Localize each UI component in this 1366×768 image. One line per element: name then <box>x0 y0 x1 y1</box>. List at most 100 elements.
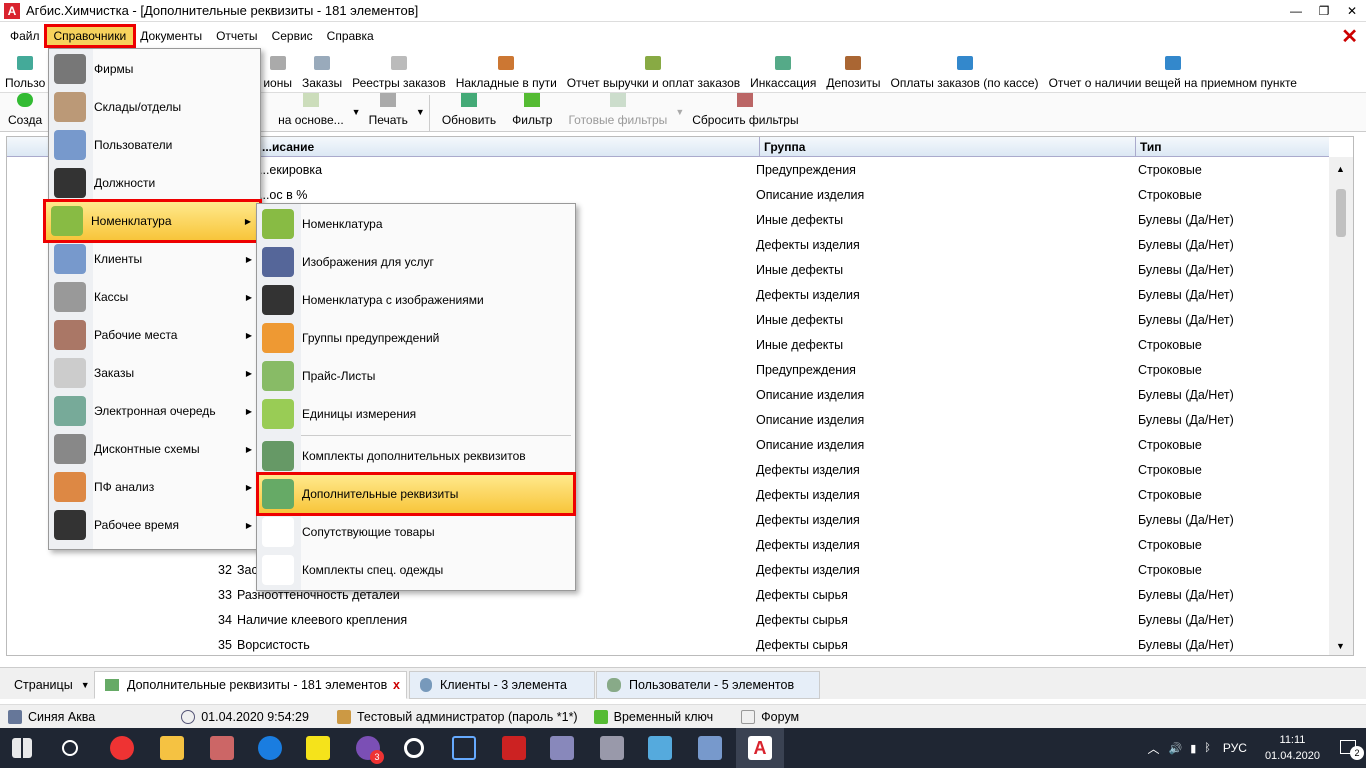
menu-item-9[interactable]: Электронная очередь ▶ <box>49 392 260 430</box>
settings-gear-icon[interactable] <box>404 738 424 758</box>
table-row[interactable]: 35 Ворсистость Дефекты сырья Булевы (Да/Нет… <box>7 633 1329 658</box>
archive-icon[interactable] <box>600 736 624 760</box>
menu-item-8[interactable]: Заказы ▶ <box>49 354 260 392</box>
menu-item-12[interactable]: Рабочее время ▶ <box>49 506 260 544</box>
menu-item-11[interactable]: ПФ анализ ▶ <box>49 468 260 506</box>
menu-file[interactable]: Файл <box>0 27 47 45</box>
submenu-item-2[interactable]: Номенклатура с изображениями <box>257 281 575 319</box>
menu-item-10[interactable]: Дисконтные схемы ▶ <box>49 430 260 468</box>
submenu-item-9[interactable]: Комплекты спец. одежды <box>257 551 575 589</box>
toolbar-users-button[interactable]: Пользо <box>0 56 50 90</box>
menu-help[interactable]: Справка <box>320 27 381 45</box>
close-window-button[interactable]: ✕ <box>1338 0 1366 22</box>
paint-icon[interactable] <box>210 736 234 760</box>
minimize-button[interactable]: — <box>1282 0 1310 22</box>
toolbar-collection-button[interactable]: Инкассация <box>745 56 821 90</box>
chrome-icon[interactable] <box>110 736 134 760</box>
clock[interactable]: 11:11 01.04.2020 <box>1255 732 1330 764</box>
network-app-icon[interactable] <box>648 736 672 760</box>
print-dropdown-arrow-icon[interactable]: ▼ <box>416 107 425 117</box>
user-icon <box>336 709 351 724</box>
filter-clear-icon <box>737 93 754 107</box>
windows-start-icon[interactable] <box>12 738 32 758</box>
pages-button[interactable]: Страницы ▼ <box>4 671 100 699</box>
agbis-taskbar-button[interactable]: A <box>736 728 784 768</box>
toolbar-items-report-button[interactable]: Отчет о наличии вещей на приемном пункте <box>1044 56 1302 90</box>
forum-link[interactable]: Форум <box>733 709 807 724</box>
filter-button[interactable]: Фильтр <box>504 93 560 131</box>
column-type[interactable]: Тип <box>1135 137 1162 157</box>
speaker-icon[interactable]: 🔊 <box>1169 742 1183 755</box>
menu-item-5[interactable]: Клиенты ▶ <box>49 240 260 278</box>
search-icon[interactable] <box>62 740 78 756</box>
vertical-scrollbar[interactable]: ▲ ▼ <box>1329 157 1353 655</box>
submenu-item-3[interactable]: Группы предупреждений <box>257 319 575 357</box>
pdf-reader-icon[interactable] <box>502 736 526 760</box>
menu-item-4[interactable]: Номенклатура ▶ <box>43 199 262 243</box>
scroll-down-icon[interactable]: ▼ <box>1336 641 1345 651</box>
menu-directories[interactable]: Справочники <box>43 24 137 48</box>
submenu-item-4[interactable]: Прайс-Листы <box>257 357 575 395</box>
submenu-item-5[interactable]: Единицы измерения <box>257 395 575 433</box>
table-row[interactable]: 33 Разнооттеночность деталей Дефекты сырья… <box>7 583 1329 608</box>
column-group[interactable]: Группа <box>759 137 805 157</box>
submenu-arrow-icon: ▶ <box>245 444 252 454</box>
menu-documents[interactable]: Документы <box>133 27 209 45</box>
create-based-on-button[interactable]: на основе... <box>270 93 352 131</box>
refresh-button[interactable]: Обновить <box>434 93 504 131</box>
folder-icon[interactable] <box>160 736 184 760</box>
teamviewer-icon[interactable] <box>258 736 282 760</box>
toolbar-deposits-button[interactable]: Депозиты <box>821 56 885 90</box>
submenu-item-0[interactable]: Номенклатура <box>257 205 575 243</box>
mail-icon <box>741 709 756 724</box>
viber-icon[interactable]: 3 <box>356 736 384 764</box>
toolbar-sessions-button[interactable]: ионы <box>258 56 297 90</box>
toolbar-order-payments-button[interactable]: Оплаты заказов (по кассе) <box>886 56 1044 90</box>
maximize-button[interactable]: ❐ <box>1310 0 1338 22</box>
menu-item-7[interactable]: Рабочие места ▶ <box>49 316 260 354</box>
toolbar-waybills-button[interactable]: Накладные в пути <box>451 56 562 90</box>
toolbar-orders-button[interactable]: Заказы <box>297 56 347 90</box>
column-description[interactable]: ...исание <box>262 140 314 154</box>
submenu-item-7[interactable]: Дополнительные реквизиты <box>256 472 576 516</box>
scroll-thumb[interactable] <box>1336 189 1346 237</box>
reset-filters-button[interactable]: Сбросить фильтры <box>684 93 806 131</box>
toolbar-order-registers-button[interactable]: Реестры заказов <box>347 56 451 90</box>
language-indicator[interactable]: РУС <box>1223 741 1247 755</box>
submenu-item-6[interactable]: Комплекты дополнительных реквизитов <box>257 437 575 475</box>
table-row[interactable]: 32 Зас Дефекты изделия Строковые <box>7 558 1329 583</box>
menu-item-1[interactable]: Склады/отделы <box>49 88 260 126</box>
ready-filters-dropdown-arrow-icon[interactable]: ▼ <box>675 107 684 117</box>
menu-item-2[interactable]: Пользователи <box>49 126 260 164</box>
sticky-notes-icon[interactable] <box>306 736 330 760</box>
create-button[interactable]: Созда <box>0 93 50 131</box>
print-button[interactable]: Печать <box>361 93 416 131</box>
menu-item-6[interactable]: Кассы ▶ <box>49 278 260 316</box>
notifications-button[interactable]: 2 <box>1330 728 1366 768</box>
tab-additional-requisites[interactable]: Дополнительные реквизиты - 181 элементов… <box>94 671 407 699</box>
scroll-up-icon[interactable]: ▲ <box>1336 164 1345 174</box>
floppy-icon[interactable] <box>550 736 574 760</box>
printer-icon <box>956 56 973 70</box>
cell-description: ...екировка <box>259 163 323 177</box>
based-on-dropdown-arrow-icon[interactable]: ▼ <box>352 107 361 117</box>
submenu-item-8[interactable]: Сопутствующие товары <box>257 513 575 551</box>
bluetooth-icon[interactable]: ᛒ <box>1204 742 1211 754</box>
admin-tool-icon[interactable] <box>698 736 722 760</box>
menu-item-0[interactable]: Фирмы <box>49 50 260 88</box>
menu-reports[interactable]: Отчеты <box>209 27 264 45</box>
remote-desktop-icon[interactable] <box>452 736 476 760</box>
menu-item-3[interactable]: Должности <box>49 164 260 202</box>
close-document-icon[interactable]: ✕ <box>1341 24 1358 49</box>
tab-clients[interactable]: Клиенты - 3 элемента <box>409 671 595 699</box>
network-icon[interactable]: ▮ <box>1190 742 1196 755</box>
menu-service[interactable]: Сервис <box>265 27 320 45</box>
tray-chevron-icon[interactable]: ︿ <box>1148 740 1160 757</box>
close-tab-icon[interactable]: x <box>393 678 400 692</box>
ready-filters-button[interactable]: Готовые фильтры <box>560 93 675 131</box>
table-row[interactable]: 34 Наличие клеевого крепления Дефекты сырь… <box>7 608 1329 633</box>
toolbar-revenue-report-button[interactable]: Отчет выручки и оплат заказов <box>562 56 745 90</box>
submenu-item-1[interactable]: Изображения для услуг <box>257 243 575 281</box>
cell-group: Предупреждения <box>756 363 856 377</box>
tab-users[interactable]: Пользователи - 5 элементов <box>596 671 820 699</box>
